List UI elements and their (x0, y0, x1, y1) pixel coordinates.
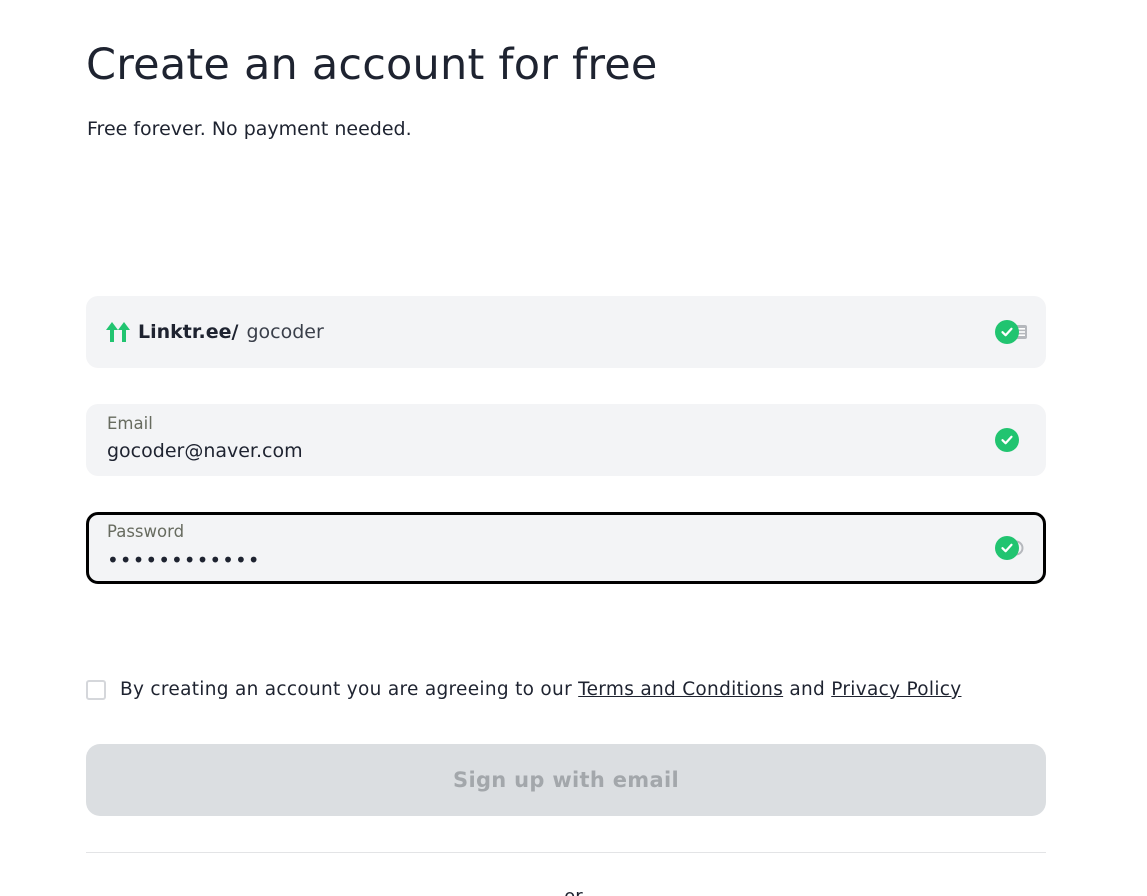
page-subtitle: Free forever. No payment needed. (87, 118, 412, 140)
signup-button[interactable]: Sign up with email (86, 744, 1046, 816)
terms-text: By creating an account you are agreeing … (120, 679, 962, 700)
username-prefix: Linktr.ee/ (138, 321, 239, 343)
password-label: Password (107, 522, 185, 541)
password-input[interactable]: •••••••••••• (107, 548, 261, 572)
privacy-link[interactable]: Privacy Policy (831, 679, 961, 700)
check-circle-icon (995, 536, 1019, 560)
check-circle-icon (995, 320, 1019, 344)
signup-page: Create an account for free Free forever.… (0, 0, 1147, 896)
terms-text-before: By creating an account you are agreeing … (120, 679, 579, 700)
linktree-logo-icon (106, 321, 132, 343)
terms-agreement: By creating an account you are agreeing … (86, 679, 962, 700)
password-field[interactable]: Password •••••••••••• (86, 512, 1046, 584)
username-field[interactable]: Linktr.ee/ gocoder (86, 296, 1046, 368)
check-circle-icon (995, 428, 1019, 452)
terms-text-between: and (783, 679, 832, 700)
email-field[interactable]: Email gocoder@naver.com (86, 404, 1046, 476)
email-input[interactable]: gocoder@naver.com (107, 440, 303, 462)
divider (86, 852, 1046, 853)
email-label: Email (107, 414, 153, 433)
username-input[interactable]: gocoder (246, 321, 323, 343)
alternate-signup-text: or (0, 886, 1147, 896)
page-title: Create an account for free (86, 40, 658, 90)
terms-checkbox[interactable] (86, 679, 106, 700)
terms-link[interactable]: Terms and Conditions (578, 679, 783, 700)
username-row: Linktr.ee/ gocoder (106, 296, 324, 368)
